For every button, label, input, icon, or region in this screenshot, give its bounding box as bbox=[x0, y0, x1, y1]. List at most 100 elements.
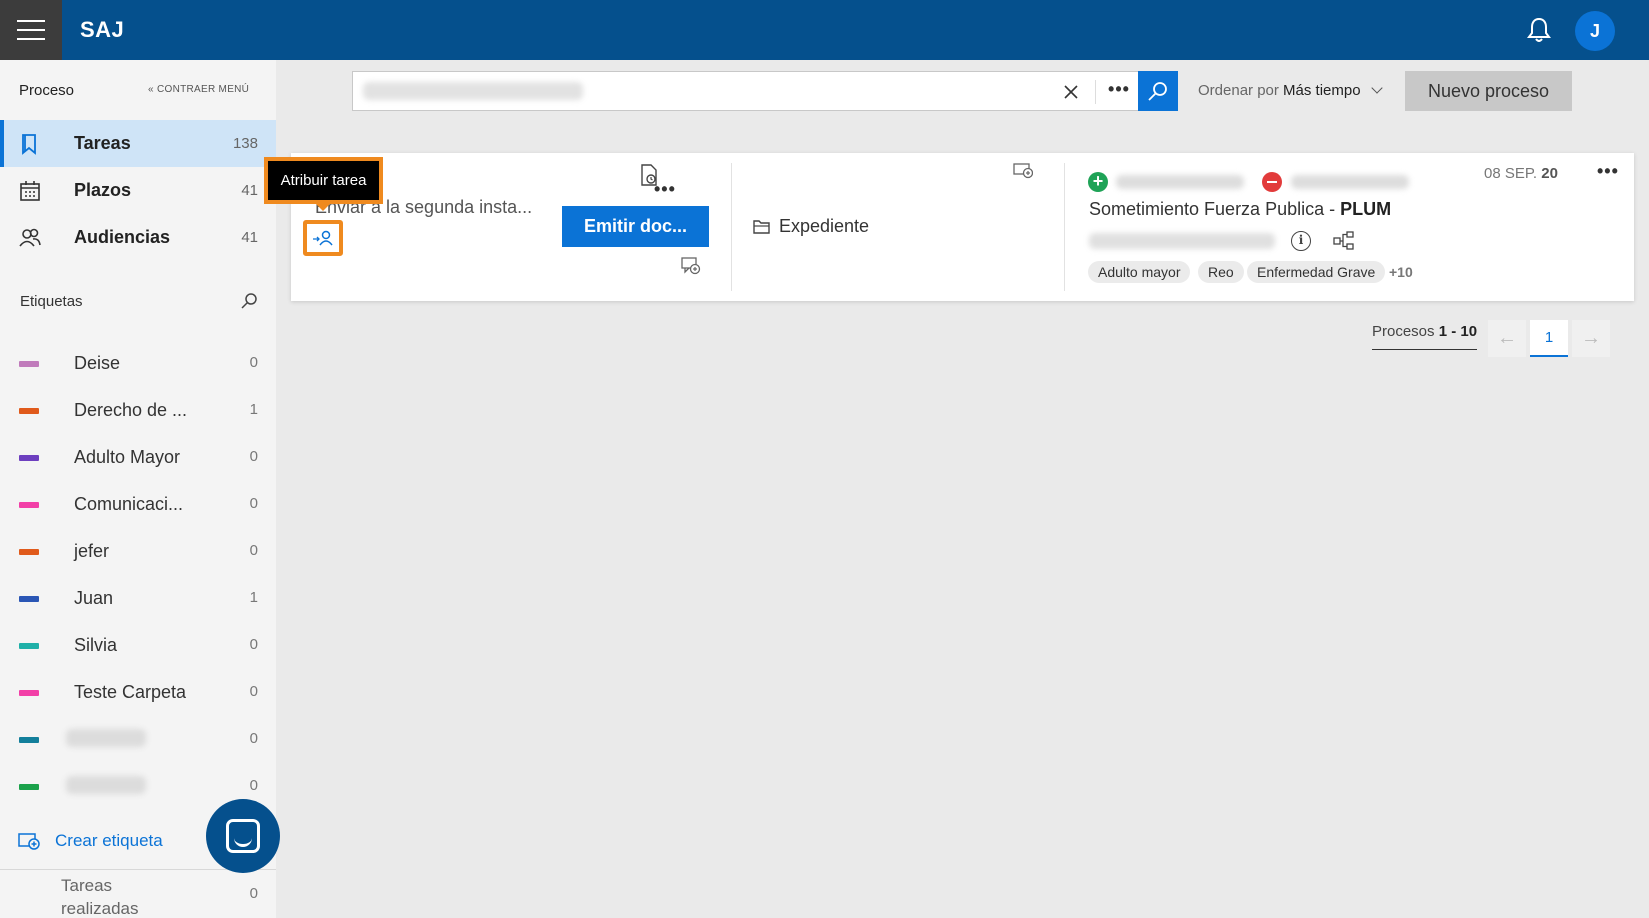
tag-color-swatch bbox=[19, 549, 39, 555]
tag-label: Derecho de ... bbox=[74, 400, 188, 420]
tag-item[interactable]: Teste Carpeta 0 bbox=[0, 672, 276, 712]
hierarchy-icon[interactable] bbox=[1333, 231, 1355, 251]
process-range-value: 1 - 10 bbox=[1438, 323, 1478, 340]
hamburger-menu-icon[interactable] bbox=[0, 0, 62, 60]
card-more-icon[interactable]: ••• bbox=[1597, 161, 1619, 182]
minus-circle-icon bbox=[1262, 172, 1282, 192]
process-title[interactable]: Sometimiento Fuerza Publica - PLUM bbox=[1089, 199, 1391, 220]
expediente-link[interactable]: Expediente bbox=[753, 216, 869, 237]
redacted-party bbox=[1291, 175, 1409, 189]
tag-label: jefer bbox=[74, 541, 110, 561]
assign-user-icon bbox=[313, 230, 333, 246]
sort-prefix: Ordenar por bbox=[1198, 82, 1279, 99]
tag-chip[interactable]: Reo bbox=[1198, 261, 1244, 283]
tag-label: Teste Carpeta bbox=[74, 682, 187, 702]
tag-chip[interactable]: Adulto mayor bbox=[1088, 261, 1191, 283]
next-page-button[interactable]: → bbox=[1572, 320, 1610, 357]
divider bbox=[1064, 163, 1065, 291]
divider bbox=[731, 163, 732, 291]
add-note-icon[interactable] bbox=[1013, 162, 1033, 180]
add-comment-icon[interactable] bbox=[681, 257, 701, 275]
tag-color-swatch bbox=[19, 690, 39, 696]
tag-count: 0 bbox=[249, 542, 258, 559]
sidebar-item-label: Tareas bbox=[74, 133, 131, 153]
tags-search-icon[interactable] bbox=[240, 292, 258, 310]
tag-item[interactable]: Juan 1 bbox=[0, 578, 276, 618]
sort-value: Más tiempo bbox=[1283, 82, 1361, 99]
sidebar-item-count: 138 bbox=[232, 135, 258, 152]
process-range-label: Procesos bbox=[1372, 323, 1435, 340]
tag-chip[interactable]: Enfermedad Grave bbox=[1247, 261, 1386, 283]
tag-count: 0 bbox=[249, 683, 258, 700]
tag-item[interactable]: jefer 0 bbox=[0, 531, 276, 571]
create-tag-button[interactable]: Crear etiqueta bbox=[18, 831, 163, 851]
arrow-right-icon: → bbox=[1581, 327, 1601, 349]
tag-count: 0 bbox=[249, 495, 258, 512]
tag-color-swatch bbox=[19, 502, 39, 508]
tag-count: 0 bbox=[249, 777, 258, 794]
tag-color-swatch bbox=[19, 455, 39, 461]
app-title: SAJ bbox=[80, 17, 125, 42]
tag-label: Comunicaci... bbox=[74, 494, 184, 514]
sidebar: Proceso « CONTRAER MENÚ Tareas 138 Plazo… bbox=[0, 60, 276, 918]
user-avatar[interactable]: J bbox=[1575, 11, 1615, 51]
completed-tasks-label[interactable]: Tareas realizadas bbox=[61, 874, 181, 918]
calendar-icon bbox=[20, 180, 40, 201]
tag-count: 0 bbox=[249, 636, 258, 653]
prev-page-button[interactable]: ← bbox=[1488, 320, 1526, 357]
tag-color-swatch bbox=[19, 596, 39, 602]
clear-search-icon[interactable] bbox=[1059, 80, 1083, 104]
tag-label: Adulto Mayor bbox=[74, 447, 181, 467]
more-options-icon[interactable]: ••• bbox=[1101, 72, 1137, 110]
tag-item[interactable]: Derecho de ... 1 bbox=[0, 390, 276, 430]
search-icon bbox=[1148, 82, 1167, 101]
tag-item[interactable]: Adulto Mayor 0 bbox=[0, 437, 276, 477]
search-value-redacted bbox=[363, 82, 583, 100]
process-title-main: Sometimiento Fuerza Publica - bbox=[1089, 199, 1341, 219]
tag-count: 1 bbox=[249, 401, 258, 418]
tag-count: 1 bbox=[249, 589, 258, 606]
tag-color-swatch bbox=[19, 361, 39, 367]
bell-icon[interactable] bbox=[1526, 16, 1552, 44]
tag-item[interactable]: Silvia 0 bbox=[0, 625, 276, 665]
sidebar-item-plazos[interactable]: Plazos 41 bbox=[0, 167, 276, 214]
tag-color-swatch bbox=[19, 737, 39, 743]
sidebar-item-label: Audiencias bbox=[74, 227, 171, 247]
top-bar: SAJ J bbox=[0, 0, 1649, 60]
task-more-icon[interactable]: ••• bbox=[654, 179, 676, 200]
process-card[interactable]: Enviar a la segunda insta... ••• Emitir … bbox=[291, 153, 1634, 301]
completed-tasks-count: 0 bbox=[249, 885, 258, 902]
tag-item[interactable]: 0 bbox=[0, 719, 276, 759]
process-range: Procesos 1 - 10 bbox=[1372, 323, 1478, 350]
sidebar-item-label: Plazos bbox=[74, 180, 132, 200]
process-date: 08 SEP. 20 bbox=[1484, 165, 1558, 182]
current-page-button[interactable]: 1 bbox=[1530, 320, 1568, 357]
tags-section-label: Etiquetas bbox=[20, 293, 83, 310]
collapse-menu-button[interactable]: « CONTRAER MENÚ bbox=[148, 84, 249, 95]
tag-count: 0 bbox=[249, 730, 258, 747]
double-chevron-left-icon: « bbox=[148, 84, 154, 95]
people-icon bbox=[19, 228, 41, 247]
tooltip: Atribuir tarea bbox=[264, 157, 383, 211]
sort-dropdown[interactable]: Ordenar por Más tiempo bbox=[1198, 82, 1383, 99]
tag-item[interactable]: Comunicaci... 0 bbox=[0, 484, 276, 524]
sidebar-item-tareas[interactable]: Tareas 138 bbox=[0, 120, 276, 167]
sidebar-item-count: 41 bbox=[241, 182, 258, 199]
tag-label: Juan bbox=[74, 588, 114, 608]
tag-count: 0 bbox=[249, 448, 258, 465]
sidebar-item-audiencias[interactable]: Audiencias 41 bbox=[0, 214, 276, 261]
chat-launcher-button[interactable] bbox=[206, 799, 280, 873]
tag-color-swatch bbox=[19, 784, 39, 790]
info-icon[interactable]: i bbox=[1291, 231, 1311, 251]
more-tags-count[interactable]: +10 bbox=[1389, 261, 1413, 283]
search-button[interactable] bbox=[1138, 71, 1178, 111]
tag-item[interactable]: Deise 0 bbox=[0, 343, 276, 383]
redacted-party bbox=[1116, 175, 1244, 189]
redacted-tag-label bbox=[66, 729, 146, 747]
process-title-bold: PLUM bbox=[1340, 199, 1392, 219]
tag-label: Deise bbox=[74, 353, 121, 373]
new-process-button[interactable]: Nuevo proceso bbox=[1405, 71, 1572, 111]
tag-color-swatch bbox=[19, 408, 39, 414]
assign-task-button[interactable] bbox=[303, 220, 343, 256]
emit-document-button[interactable]: Emitir doc... bbox=[562, 206, 709, 247]
